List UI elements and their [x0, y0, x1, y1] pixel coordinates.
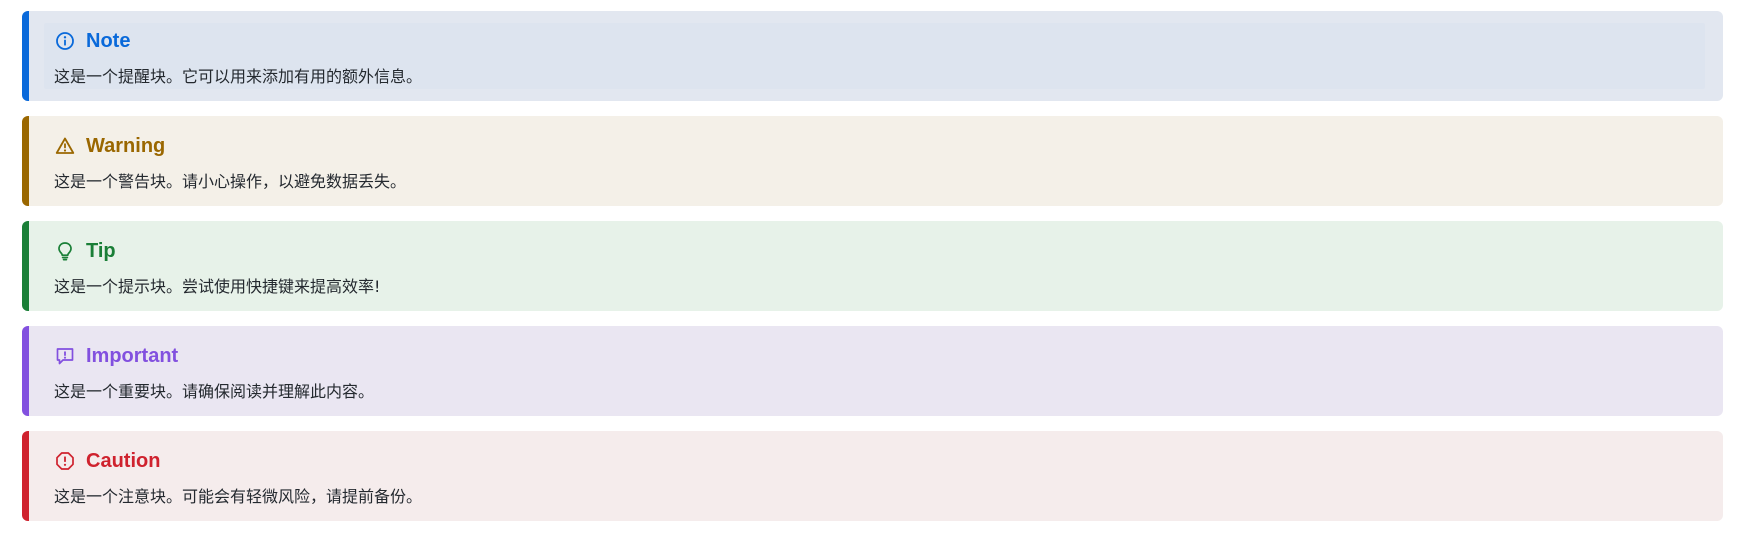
report-icon: [54, 345, 76, 367]
callout-accent-bar: [22, 326, 29, 416]
stop-icon: [54, 450, 76, 472]
callout-accent-bar: [22, 431, 29, 521]
callout-title: Important: [86, 344, 179, 367]
callout-tip: Tip 这是一个提示块。尝试使用快捷键来提高效率!: [22, 221, 1723, 311]
callout-warning: Warning 这是一个警告块。请小心操作，以避免数据丢失。: [22, 116, 1723, 206]
callout-body: 这是一个注意块。可能会有轻微风险，请提前备份。: [54, 487, 423, 506]
callout-accent-bar: [22, 221, 29, 311]
callout-title: Caution: [86, 449, 161, 472]
callout-body: 这是一个提醒块。它可以用来添加有用的额外信息。: [54, 67, 423, 86]
callout-body: 这是一个重要块。请确保阅读并理解此内容。: [54, 382, 375, 401]
callout-note: Note 这是一个提醒块。它可以用来添加有用的额外信息。: [22, 11, 1723, 101]
callout-title: Warning: [86, 134, 166, 157]
callout-title: Tip: [86, 239, 116, 262]
callout-body: 这是一个警告块。请小心操作，以避免数据丢失。: [54, 172, 407, 191]
alert-triangle-icon: [54, 135, 76, 157]
callout-accent-bar: [22, 11, 29, 101]
callout-header: Caution: [54, 447, 1693, 475]
callout-accent-bar: [22, 116, 29, 206]
callout-caution: Caution 这是一个注意块。可能会有轻微风险，请提前备份。: [22, 431, 1723, 521]
callout-header: Note: [54, 27, 1693, 55]
callout-body: 这是一个提示块。尝试使用快捷键来提高效率!: [54, 277, 381, 296]
callout-important: Important 这是一个重要块。请确保阅读并理解此内容。: [22, 326, 1723, 416]
callout-header: Important: [54, 342, 1693, 370]
info-icon: [54, 30, 76, 52]
callout-header: Tip: [54, 237, 1693, 265]
lightbulb-icon: [54, 240, 76, 262]
callout-title: Note: [86, 29, 131, 52]
callout-header: Warning: [54, 132, 1693, 160]
callout-list: Note 这是一个提醒块。它可以用来添加有用的额外信息。 Warning 这是一…: [22, 11, 1723, 521]
